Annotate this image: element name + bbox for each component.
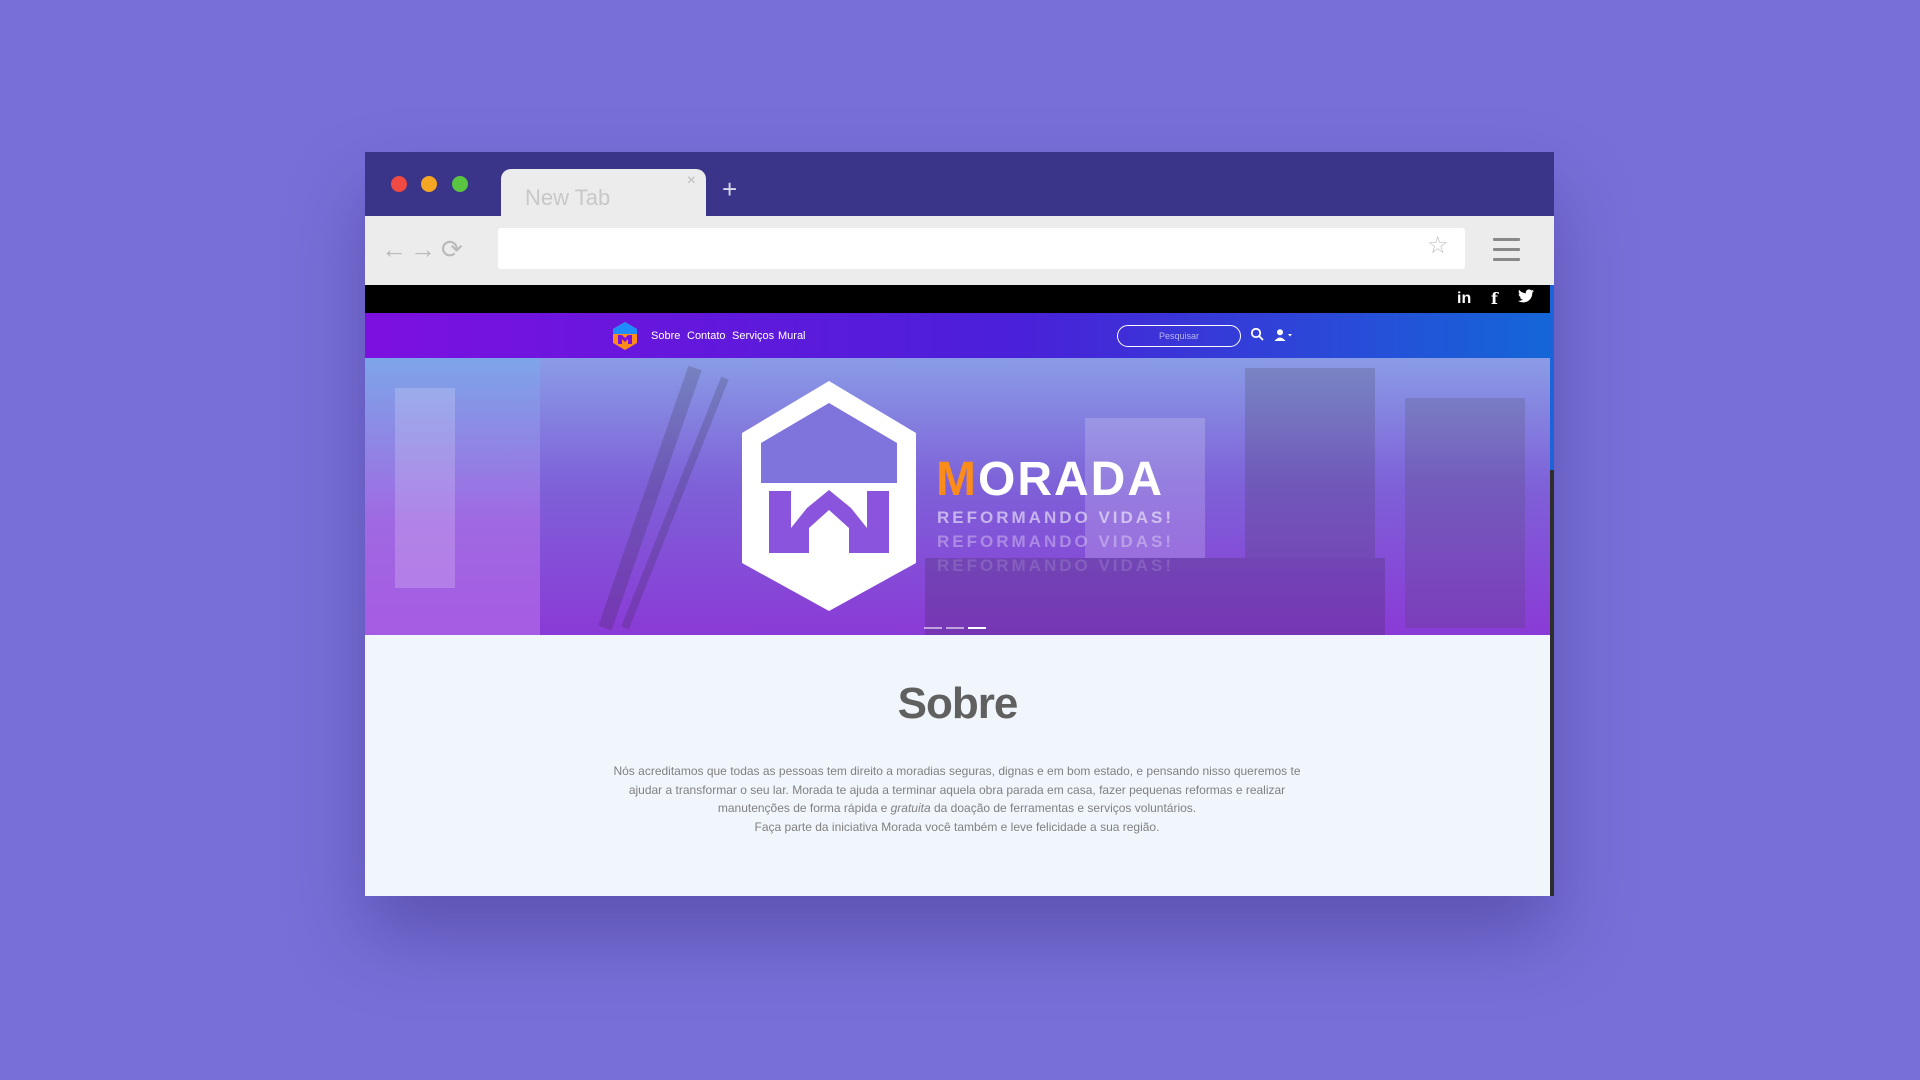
arrow-right-icon[interactable]: → (410, 236, 436, 262)
tab-close-icon[interactable]: × (687, 172, 696, 190)
morada-logo-icon[interactable] (612, 321, 638, 356)
page-viewport: in f Sobre Contato Serviços Mural Pesqui… (365, 285, 1550, 896)
about-line: Faça parte da iniciativa Morada você tam… (754, 819, 1160, 834)
linkedin-icon[interactable]: in (1457, 289, 1471, 309)
nav-link-mural[interactable]: Mural (778, 330, 806, 342)
section-title: Sobre (897, 679, 1019, 728)
tagline: REFORMANDO VIDAS! (937, 508, 1175, 527)
about-line: ajudar a transformar o seu lar. Morada t… (628, 782, 1286, 797)
about-line: Nós acreditamos que todas as pessoas tem… (613, 764, 1301, 778)
close-window-button[interactable] (391, 176, 407, 192)
hero-carousel: MORADA REFORMANDO VIDAS! REFORMANDO VIDA… (365, 358, 1550, 635)
social-bar: in f (365, 285, 1550, 313)
tagline-echo: REFORMANDO VIDAS! (937, 556, 1175, 575)
about-line: manutenções de forma rápida e (717, 801, 891, 815)
browser-tab[interactable]: New Tab × (501, 169, 706, 216)
nav-link-contato[interactable]: Contato (687, 330, 726, 342)
new-tab-button[interactable]: + (722, 176, 737, 202)
star-icon[interactable]: ☆ (1427, 234, 1449, 258)
brand-initial: M (936, 453, 978, 506)
facebook-icon[interactable]: f (1491, 289, 1498, 309)
scrollbar-thumb[interactable] (1550, 285, 1554, 470)
tagline-echo: REFORMANDO VIDAS! (937, 532, 1175, 551)
site-navbar: Sobre Contato Serviços Mural (365, 313, 1550, 358)
maximize-window-button[interactable] (452, 176, 468, 192)
brand-rest: ORADA (977, 453, 1164, 506)
minimize-window-button[interactable] (421, 176, 437, 192)
nav-link-servicos[interactable]: Serviços (732, 330, 774, 342)
carousel-indicator-active[interactable] (968, 627, 986, 629)
brand-name: MORADA (936, 456, 1164, 504)
about-line: da doação de ferramentas e serviços volu… (930, 801, 1197, 815)
carousel-indicators (924, 616, 990, 634)
search-input[interactable] (1117, 325, 1241, 347)
scrollbar[interactable] (1550, 285, 1554, 896)
carousel-indicator[interactable] (946, 627, 964, 629)
about-paragraph: Nós acreditamos que todas as pessoas tem… (605, 762, 1309, 836)
hamburger-menu-icon[interactable] (1493, 238, 1520, 268)
morada-house-logo-icon (739, 378, 919, 619)
reload-icon[interactable]: ⟳ (441, 236, 463, 262)
browser-titlebar: New Tab × + (365, 152, 1554, 216)
arrow-left-icon[interactable]: ← (381, 236, 407, 262)
address-bar[interactable] (498, 228, 1465, 269)
nav-link-sobre[interactable]: Sobre (651, 330, 680, 342)
carousel-indicator[interactable] (924, 627, 942, 629)
browser-window: New Tab × + ← → ⟳ ☆ in f Sobre Contato S… (365, 152, 1554, 896)
about-emphasis: gratuita (890, 801, 931, 815)
browser-toolbar: ← → ⟳ ☆ (365, 216, 1554, 285)
search-icon[interactable] (1250, 327, 1264, 346)
tab-title: New Tab (525, 185, 611, 210)
twitter-icon[interactable] (1518, 289, 1534, 309)
user-icon[interactable] (1274, 328, 1296, 346)
